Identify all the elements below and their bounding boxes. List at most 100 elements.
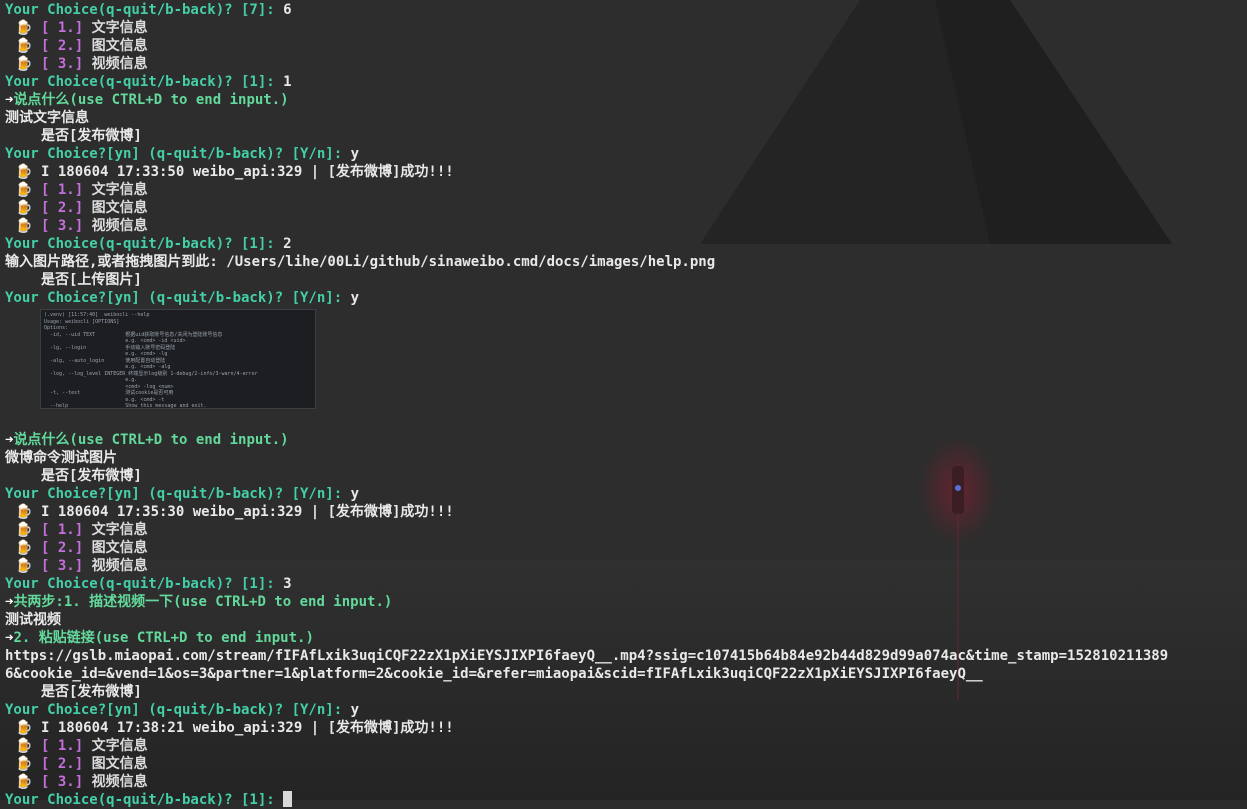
menu-option-number: [ 1.] — [41, 20, 84, 36]
log-message: I 180604 17:38:21 weibo_api:329 | [发布微博]… — [41, 720, 454, 736]
beer-icon: 🍺 — [15, 522, 33, 538]
terminal-line: 测试文字信息 — [5, 109, 1247, 127]
prompt-text: Your Choice(q-quit/b-back)? [1]: — [5, 576, 284, 592]
log-message: I 180604 17:33:50 weibo_api:329 | [发布微博]… — [41, 164, 454, 180]
terminal-line: Your Choice?[yn] (q-quit/b-back)? [Y/n]:… — [5, 289, 1247, 307]
terminal-line: 🍺 [ 2.] 图文信息 — [5, 755, 1247, 773]
output-text: 6&cookie_id=&vend=1&os=3&partner=1&platf… — [5, 666, 983, 682]
terminal-line: Your Choice(q-quit/b-back)? [1]: 3 — [5, 575, 1247, 593]
terminal-line: ➜2. 粘贴链接(use CTRL+D to end input.) — [5, 629, 1247, 647]
menu-option-number: [ 3.] — [41, 774, 84, 790]
menu-option-number: [ 2.] — [41, 38, 84, 54]
beer-icon: 🍺 — [15, 218, 33, 234]
terminal-line: 🍺 [ 3.] 视频信息 — [5, 773, 1247, 791]
menu-option-label: 视频信息 — [91, 218, 148, 234]
text-cursor[interactable] — [283, 791, 293, 807]
menu-option-label: 图文信息 — [91, 38, 148, 54]
terminal-line: Your Choice?[yn] (q-quit/b-back)? [Y/n]:… — [5, 701, 1247, 719]
terminal-line: 🍺 [ 1.] 文字信息 — [5, 19, 1247, 37]
prompt-text: Your Choice?[yn] (q-quit/b-back)? [Y/n]: — [5, 146, 351, 162]
terminal-line: 🍺 I 180604 17:38:21 weibo_api:329 | [发布微博… — [5, 719, 1247, 737]
inline-image-preview: (.venv) [11:57:40] weibocli --help Usage:… — [5, 309, 1247, 417]
menu-option-label: 视频信息 — [91, 774, 148, 790]
beer-icon: 🍺 — [15, 738, 33, 754]
menu-option-number: [ 1.] — [41, 182, 84, 198]
log-message: I 180604 17:35:30 weibo_api:329 | [发布微博]… — [41, 504, 454, 520]
beer-icon: 🍺 — [15, 720, 33, 736]
menu-option-label: 文字信息 — [91, 182, 148, 198]
output-text: 输入图片路径,或者拖拽图片到此: /Users/lihe/00Li/github… — [5, 254, 716, 270]
input-instruction: 说点什么(use CTRL+D to end input.) — [13, 432, 289, 448]
output-text: 微博命令测试图片 — [5, 450, 117, 466]
terminal-line: ➜说点什么(use CTRL+D to end input.) — [5, 91, 1247, 109]
terminal-line: Your Choice(q-quit/b-back)? [1]: — [5, 791, 1247, 809]
input-instruction: 2. 粘贴链接(use CTRL+D to end input.) — [13, 630, 314, 646]
terminal-line: Your Choice(q-quit/b-back)? [1]: 1 — [5, 73, 1247, 91]
beer-icon: 🍺 — [15, 164, 33, 180]
terminal-line: 微博命令测试图片 — [5, 449, 1247, 467]
prompt-text: Your Choice?[yn] (q-quit/b-back)? [Y/n]: — [5, 702, 351, 718]
beer-icon: 🍺 — [15, 504, 33, 520]
terminal-line: 6&cookie_id=&vend=1&os=3&partner=1&platf… — [5, 665, 1247, 683]
beer-icon: 🍺 — [15, 182, 33, 198]
terminal-line: 是否[上传图片] — [5, 271, 1247, 289]
beer-icon: 🍺 — [15, 558, 33, 574]
menu-option-number: [ 2.] — [41, 540, 84, 556]
confirm-question: 是否[上传图片] — [41, 272, 142, 288]
menu-option-label: 视频信息 — [91, 56, 148, 72]
prompt-answer: 2 — [283, 236, 292, 252]
terminal-window[interactable]: Your Choice(q-quit/b-back)? [7]: 6 🍺[ 1.]… — [0, 0, 1247, 808]
menu-option-label: 图文信息 — [91, 540, 148, 556]
terminal-line: 🍺 [ 3.] 视频信息 — [5, 55, 1247, 73]
prompt-text: Your Choice?[yn] (q-quit/b-back)? [Y/n]: — [5, 290, 351, 306]
terminal-line: 输入图片路径,或者拖拽图片到此: /Users/lihe/00Li/github… — [5, 253, 1247, 271]
prompt-answer: 3 — [283, 576, 292, 592]
beer-icon: 🍺 — [15, 200, 33, 216]
terminal-line: 🍺 [ 1.] 文字信息 — [5, 181, 1247, 199]
confirm-question: 是否[发布微博] — [41, 128, 142, 144]
help-screenshot-thumbnail: (.venv) [11:57:40] weibocli --help Usage:… — [40, 309, 316, 409]
confirm-question: 是否[发布微博] — [41, 684, 142, 700]
prompt-text: Your Choice(q-quit/b-back)? [7]: — [5, 2, 284, 18]
prompt-answer: y — [350, 290, 360, 306]
menu-option-number: [ 2.] — [41, 756, 84, 772]
terminal-line: 🍺 [ 2.] 图文信息 — [5, 199, 1247, 217]
terminal-line: ➜说点什么(use CTRL+D to end input.) — [5, 431, 1247, 449]
prompt-text: Your Choice?[yn] (q-quit/b-back)? [Y/n]: — [5, 486, 351, 502]
terminal-line: 🍺 I 180604 17:33:50 weibo_api:329 | [发布微博… — [5, 163, 1247, 181]
terminal-line: Your Choice?[yn] (q-quit/b-back)? [Y/n]:… — [5, 145, 1247, 163]
terminal-line: 🍺 [ 1.] 文字信息 — [5, 737, 1247, 755]
prompt-answer: 1 — [283, 74, 292, 90]
thumbnail-line: --help Show this message and exit. — [44, 403, 207, 409]
prompt-answer: 6 — [283, 2, 292, 18]
terminal-line: Your Choice(q-quit/b-back)? [7]: 6 — [5, 1, 1247, 19]
beer-icon: 🍺 — [15, 756, 33, 772]
prompt-answer: y — [350, 486, 360, 502]
output-text: 测试文字信息 — [5, 110, 89, 126]
terminal-line: Your Choice?[yn] (q-quit/b-back)? [Y/n]:… — [5, 485, 1247, 503]
terminal-line: https://gslb.miaopai.com/stream/fIFAfLxi… — [5, 647, 1247, 665]
menu-option-number: [ 3.] — [41, 558, 84, 574]
menu-option-label: 图文信息 — [91, 200, 148, 216]
prompt-text: Your Choice(q-quit/b-back)? [1]: — [5, 74, 284, 90]
menu-option-number: [ 3.] — [41, 56, 84, 72]
menu-option-label: 视频信息 — [91, 558, 148, 574]
beer-icon: 🍺 — [15, 56, 33, 72]
prompt-text: Your Choice(q-quit/b-back)? [1]: — [5, 792, 284, 808]
prompt-answer: y — [350, 146, 360, 162]
terminal-line: 🍺 [ 1.] 文字信息 — [5, 521, 1247, 539]
input-instruction: 共两步:1. 描述视频一下(use CTRL+D to end input.) — [13, 594, 393, 610]
terminal-line: 是否[发布微博] — [5, 467, 1247, 485]
beer-icon: 🍺 — [15, 20, 33, 36]
